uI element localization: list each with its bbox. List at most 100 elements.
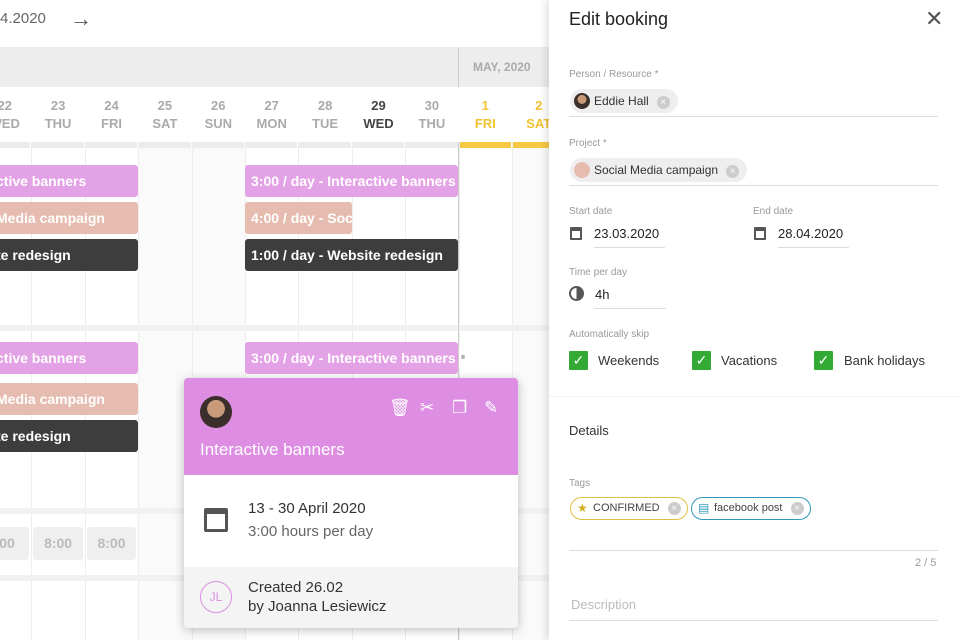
skip-label: Automatically skip (569, 329, 650, 340)
day-header[interactable]: 25 SAT (138, 87, 192, 142)
day-of-week: FRI (474, 116, 496, 131)
tag-facebook-post[interactable]: ▤ facebook post × (691, 497, 811, 520)
booking-bar[interactable]: te redesign (0, 239, 138, 271)
day-header[interactable]: 22 WED (0, 87, 32, 142)
delete-icon[interactable]: 🗑 (389, 398, 411, 418)
document-icon: ▤ (698, 501, 710, 515)
hours-cell: 8:00 (33, 527, 83, 560)
edit-booking-panel: Edit booking ✕ Person / Resource * Eddie… (549, 0, 960, 640)
next-period-arrow-icon[interactable]: → (70, 6, 92, 32)
day-strip (192, 142, 244, 148)
booking-bar[interactable]: te redesign (0, 420, 138, 452)
day-header[interactable]: 24 FRI (84, 87, 139, 142)
booking-bar[interactable]: 3:00 / day - Interactive banners (245, 342, 458, 374)
start-date-label: Start date (569, 206, 613, 217)
day-strip (246, 142, 298, 148)
person-chip[interactable]: Eddie Hall × (570, 89, 678, 113)
booking-bar[interactable]: 3:00 / day - Interactive banners (245, 165, 458, 197)
remove-icon[interactable]: × (790, 502, 804, 515)
project-name: Social Media campaign (594, 163, 719, 177)
hours-cell: :00 (0, 527, 30, 560)
project-label: Project * (569, 138, 607, 149)
booking-bar[interactable]: ctive banners (0, 342, 138, 374)
day-number: 23 (50, 98, 66, 113)
day-strip (32, 142, 84, 148)
vacations-label: Vacations (721, 353, 778, 368)
day-header[interactable]: 23 THU (31, 87, 85, 142)
day-strip (406, 142, 458, 148)
project-color-dot (574, 162, 590, 178)
popup-header: 🗑 ✂ ❐ ✎ Interactive banners (184, 378, 518, 475)
day-strip (85, 142, 138, 148)
person-label: Person / Resource * (569, 69, 659, 80)
booking-bar[interactable]: Media campaign (0, 383, 138, 415)
day-strip (299, 142, 351, 148)
weekends-label: Weekends (598, 353, 660, 368)
booking-bar[interactable]: 1:00 / day - Website redesign (245, 239, 458, 271)
bank-holidays-label: Bank holidays (844, 353, 925, 368)
day-number: 27 (264, 98, 279, 113)
hours-cell: 8:00 (86, 527, 137, 560)
end-date-label: End date (753, 206, 794, 217)
day-of-week: THU (44, 116, 72, 131)
resize-handle[interactable]: ⏸ (459, 347, 467, 369)
remove-icon[interactable]: × (656, 96, 670, 109)
day-header[interactable]: 27 MON (245, 87, 299, 142)
person-name: Eddie Hall (594, 94, 649, 108)
weekends-checkbox[interactable]: ✓ (569, 351, 588, 370)
panel-title: Edit booking (569, 9, 669, 29)
time-input[interactable]: 4h (595, 287, 609, 302)
remove-icon[interactable]: × (667, 502, 681, 515)
day-strip (0, 142, 31, 148)
day-header[interactable]: 29 WED (351, 87, 406, 142)
day-header[interactable]: 30 THU (405, 87, 459, 142)
start-date-input[interactable]: 23.03.2020 (594, 226, 659, 241)
day-number: 30 (424, 98, 440, 113)
description-input[interactable]: Description (571, 597, 636, 612)
star-icon: ★ (577, 501, 588, 515)
day-of-week: FRI (101, 116, 122, 131)
close-icon[interactable]: ✕ (925, 6, 943, 32)
current-date: 4.2020 (0, 10, 46, 27)
day-number: 29 (371, 98, 386, 113)
day-number: 26 (211, 98, 226, 113)
person-avatar (574, 93, 590, 109)
vacations-checkbox[interactable]: ✓ (692, 351, 711, 370)
day-of-week: MON (256, 116, 287, 131)
day-header[interactable]: 1 FRI (458, 87, 512, 142)
day-of-week: TUE (312, 116, 339, 131)
day-header[interactable]: 28 TUE (298, 87, 352, 142)
day-of-week: WED (0, 116, 20, 131)
day-number: 28 (317, 98, 333, 113)
month-label: MAY, 2020 (458, 47, 558, 87)
scissors-icon[interactable]: ✂ (420, 398, 434, 418)
row-separator (0, 325, 549, 331)
day-of-week: THU (418, 116, 446, 131)
day-header[interactable]: 26 SUN (191, 87, 245, 142)
tag-confirmed[interactable]: ★ CONFIRMED × (570, 497, 688, 520)
edit-icon[interactable]: ✎ (484, 398, 498, 418)
booking-bar[interactable]: ctive banners (0, 165, 138, 197)
day-number: 25 (157, 98, 173, 113)
calendar-icon (570, 227, 582, 240)
created-date: Created 26.02 (248, 579, 344, 596)
remove-icon[interactable]: × (726, 165, 740, 178)
day-of-week: SAT (152, 116, 178, 131)
popup-title: Interactive banners (200, 440, 345, 459)
clock-icon (569, 286, 584, 301)
calendar-icon (754, 227, 766, 240)
day-strip (459, 142, 511, 148)
booking-bar[interactable]: Media campaign (0, 202, 138, 234)
booking-bar[interactable]: 4:00 / day - Social Media campaign (245, 202, 352, 234)
booking-popup: 🗑 ✂ ❐ ✎ Interactive banners 13 - 30 Apri… (184, 378, 518, 628)
tag-count: 2 / 5 (915, 557, 937, 569)
end-date-input[interactable]: 28.04.2020 (778, 226, 843, 241)
tag-text: facebook post (714, 502, 783, 514)
creator-avatar: JL (200, 581, 232, 613)
day-number: 24 (104, 98, 119, 113)
duplicate-icon[interactable]: ❐ (452, 398, 467, 418)
bank-holidays-checkbox[interactable]: ✓ (814, 351, 833, 370)
popup-hours: 3:00 hours per day (248, 523, 374, 540)
project-chip[interactable]: Social Media campaign × (570, 158, 748, 182)
day-of-week: SUN (204, 116, 233, 131)
